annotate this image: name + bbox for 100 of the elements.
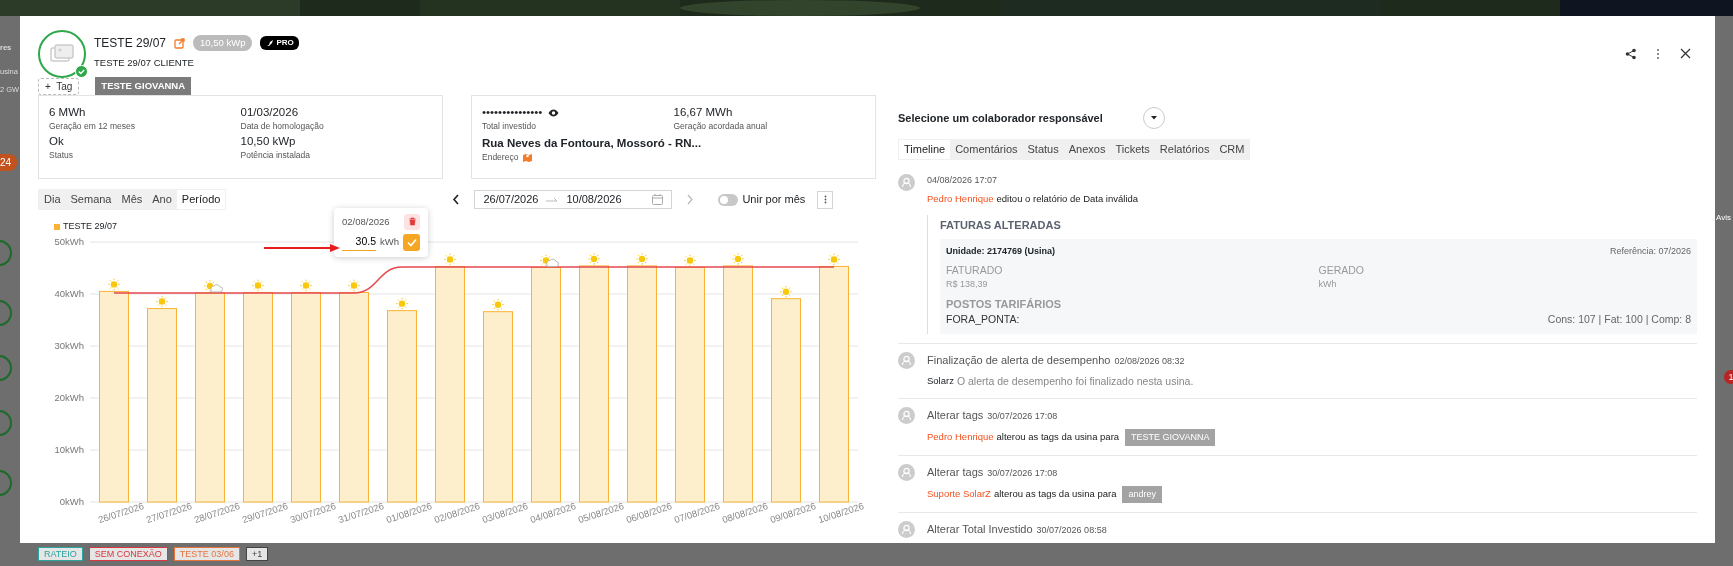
plant-title: TESTE 29/07 [94,35,167,52]
delete-button[interactable] [404,213,420,230]
toggle-switch[interactable] [718,193,739,206]
axis-label: 20kWh [54,391,84,403]
tag: TESTE 03/06 [173,547,240,561]
field-label: Data de homologação [240,120,324,133]
confirm-button[interactable] [403,233,420,251]
calendar-icon[interactable] [652,194,664,205]
field-value: 01/03/2026 [240,105,299,121]
masked-value: ••••••••••••••• [482,105,543,121]
tab[interactable]: Timeline [899,140,951,159]
section-heading: FATURAS ALTERADAS [940,217,1062,233]
axis-label: 10kWh [54,443,84,455]
tag: TESTE GIOVANNA [95,77,192,96]
field-label: Status [49,149,74,162]
event-title: Alterar Total Investido [927,522,1033,538]
event-text: alterou as tags da usina para [996,430,1120,445]
collaborator-dropdown[interactable] [1142,107,1165,130]
event-date: 30/07/2026 17:08 [987,467,1058,481]
field-value: Rua Neves da Fontoura, Mossoró - RN... [482,136,702,152]
field-value: Ok [49,134,64,150]
share-icon [1625,48,1636,60]
event-date: 30/07/2026 17:08 [987,410,1058,424]
axis-label: 0kWh [59,495,84,507]
check-icon [406,237,417,247]
period-tab[interactable]: Ano [147,190,177,209]
client-name: TESTE 29/07 CLIENTE [94,56,195,70]
author-link[interactable]: Suporte SolarZ [927,487,991,502]
column-value: kWh [1318,278,1338,292]
tab[interactable]: CRM [1214,140,1250,159]
image-icon [48,43,76,65]
tab[interactable]: Comentários [950,140,1023,159]
tab[interactable]: Tickets [1110,140,1155,159]
tab[interactable]: Status [1022,140,1064,159]
user-avatar-icon [898,173,915,191]
trash-icon [407,217,417,227]
eye-icon[interactable] [548,108,560,117]
row-values: Cons: 107 | Fat: 100 | Comp: 8 [1547,312,1691,328]
tag: TESTE GIOVANNA [1125,428,1216,447]
event-text: editou o relatório de Data inválida [996,192,1139,207]
collaborator-label: Selecione um colaborador responsável [898,111,1103,126]
rocket-icon [265,39,275,47]
power-label: 10,50 kWp [193,34,253,52]
section-heading: POSTOS TARIFÁRIOS [946,296,1063,312]
axis-label: 40kWh [54,287,84,299]
period-tab[interactable]: Dia [39,190,66,209]
toggle-label: Unir por mês [742,192,806,208]
plan-label: PRO [260,36,299,50]
author-link[interactable]: Pedro Henrique [927,192,994,207]
event-title: Alterar tags [927,465,984,481]
period-tab[interactable]: Período [176,190,226,209]
column-label: FATURADO [946,262,1004,278]
chevron-right-icon [686,194,695,205]
axis-label: 50kWh [54,235,84,247]
field-value: 10,50 kWp [240,134,296,150]
caret-icon [1150,116,1157,121]
author-link[interactable]: Solarz [927,374,954,389]
notification-badge: 1 [1724,370,1733,384]
arrow-icon [546,196,559,203]
event-date: 30/07/2026 08:58 [1036,524,1107,538]
event-title: Alterar tags [927,408,984,424]
chevron-left-icon [452,194,461,205]
field-label: Endereço [482,151,519,164]
end-date: 10/08/2026 [566,192,623,208]
map-icon[interactable] [522,151,534,163]
external-link-icon[interactable] [174,37,186,49]
tag: RATEIO [38,547,83,561]
date-range-field[interactable]: 26/07/2026 10/08/2026 [474,190,673,209]
field-label: Potência instalada [240,149,310,162]
tag: andrey [1122,485,1162,504]
tab[interactable]: Relatórios [1154,140,1215,159]
tab[interactable]: Anexos [1063,140,1111,159]
legend-label: TESTE 29/07 [63,220,118,233]
tag: SEM CONEXÃO [88,547,168,561]
more-button[interactable] [817,190,834,209]
event-text: alterou as tags da usina para [993,487,1117,502]
period-tab[interactable]: Mês [116,190,148,209]
add-tag-button[interactable]: + Tag [38,77,80,95]
field-label: Geração em 12 meses [49,120,135,133]
field-label: Total investido [482,120,536,133]
counter-badge: 24 [0,154,18,171]
author-link[interactable]: Pedro Henrique [927,430,994,445]
event-date: 04/08/2026 17:07 [927,173,998,187]
field-value: 6 MWh [49,105,86,121]
user-avatar-icon [898,407,915,425]
unit-label: kWh [380,235,399,250]
event-title: Finalização de alerta de desempenho [927,353,1111,368]
axis-label: 30kWh [54,339,84,351]
background-text: Avis [1716,212,1731,224]
tag: +1 [245,547,269,561]
unit-label: Unidade: 2174769 (Usina) [946,245,1056,258]
field-value: 16,67 MWh [673,105,733,121]
user-avatar-icon [898,464,915,482]
popover-date: 02/08/2026 [342,214,390,229]
kebab-icon [823,195,827,204]
reference-label: Referência: 07/2026 [1609,245,1691,258]
period-tab[interactable]: Semana [65,190,117,209]
start-date: 26/07/2026 [483,192,539,208]
row-label: FORA_PONTA: [946,312,1020,328]
field-label: Geração acordada anual [673,120,768,133]
